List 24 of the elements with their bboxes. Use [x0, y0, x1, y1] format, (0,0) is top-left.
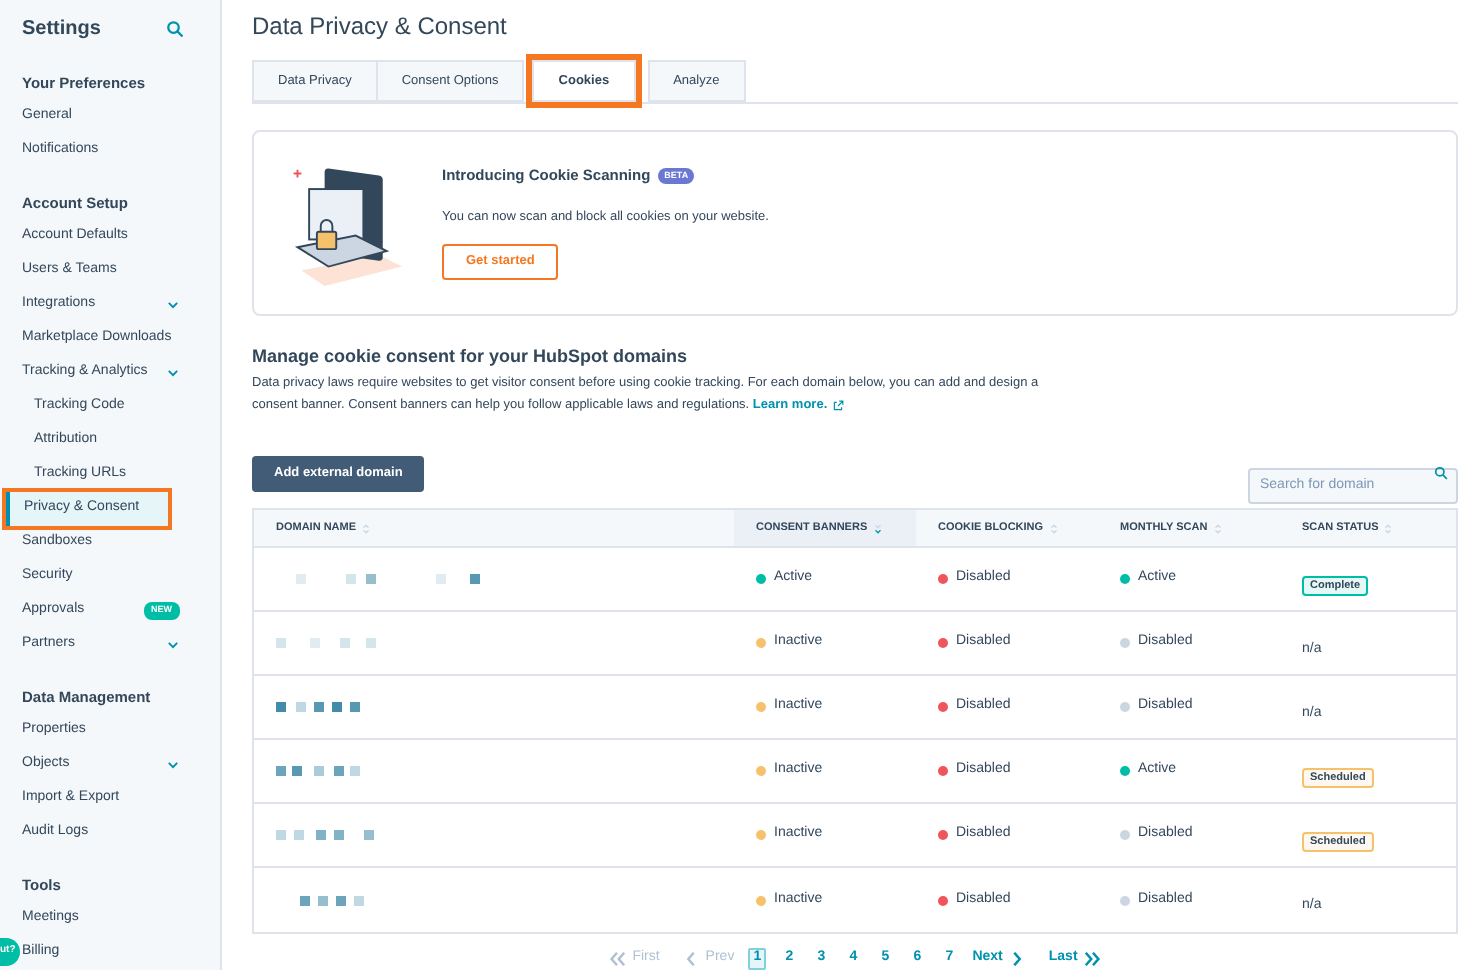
chevron-down-icon: [166, 638, 180, 652]
sort-icon: [1384, 523, 1393, 533]
redacted-domain-drawing: [276, 702, 360, 712]
redacted-domain-drawing: [276, 638, 376, 648]
redacted-domain-drawing: [276, 830, 374, 840]
section-heading: Manage cookie consent for your HubSpot domains: [252, 343, 690, 370]
external-link-icon: [831, 399, 844, 411]
sort-icon: [1213, 523, 1222, 533]
sort-icon: [1049, 523, 1058, 533]
sort-descending-icon: [873, 523, 882, 533]
chevron-dleft-icon: [608, 950, 627, 968]
sort-icon: [362, 523, 371, 533]
search-icon: [166, 20, 184, 38]
chevron-down-icon: [166, 366, 180, 380]
chevron-down-icon: [166, 758, 180, 772]
chevron-down-icon: [166, 298, 180, 312]
chevron-dright-icon: [1083, 950, 1102, 968]
search-icon: [1434, 466, 1448, 480]
chevron-left-icon: [681, 950, 700, 968]
chevron-right-icon: [1008, 950, 1027, 968]
sidebar-title: Settings: [22, 16, 101, 44]
page-title: Data Privacy & Consent: [252, 10, 509, 44]
redacted-domain-drawing: [300, 895, 364, 905]
redacted-domain-drawing: [276, 766, 360, 776]
